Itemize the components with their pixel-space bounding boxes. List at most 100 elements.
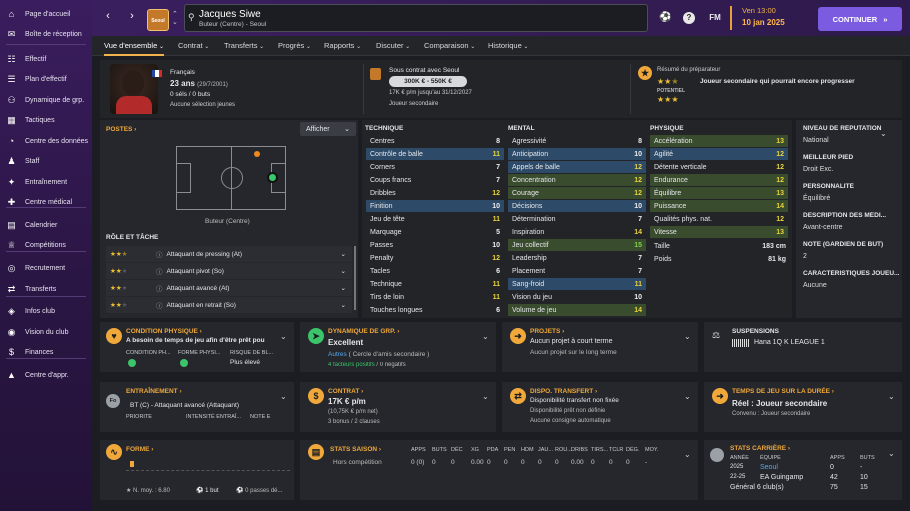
forward-arrow-icon[interactable]: › xyxy=(124,8,140,24)
chevron-down-icon[interactable]: ⌄ xyxy=(341,250,352,258)
sidebar-item-transfers[interactable]: ⇄ Transferts xyxy=(0,281,92,297)
chevron-down-icon[interactable]: ⌄ xyxy=(341,267,352,275)
info-icon[interactable]: ⓘ xyxy=(156,283,163,293)
attribute-row-technique[interactable]: Marquage 5 xyxy=(366,226,504,238)
attribute-row-mental[interactable]: Concentration 12 xyxy=(508,174,646,186)
chevron-down-icon[interactable]: ⌄ xyxy=(684,332,691,341)
attribute-row-mental[interactable]: Appels de balle 12 xyxy=(508,161,646,173)
attribute-row-mental[interactable]: Courage 12 xyxy=(508,187,646,199)
attribute-row-technique[interactable]: Tacles 6 xyxy=(366,265,504,277)
attribute-row-technique[interactable]: Coups francs 7 xyxy=(366,174,504,186)
attribute-row-mental[interactable]: Vision du jeu 10 xyxy=(508,291,646,303)
attribute-row-mental[interactable]: Jeu collectif 15 xyxy=(508,239,646,251)
season-stats-title[interactable]: STATS SAISON › xyxy=(330,446,381,453)
chevron-down-icon[interactable]: ⌄ xyxy=(341,284,352,292)
sidebar-item-tactics[interactable]: ▦ Tactiques xyxy=(0,112,92,128)
chevron-down-icon[interactable]: ⌄ xyxy=(280,392,287,401)
tab-3[interactable]: Progrès ⌄ xyxy=(278,41,311,50)
attribute-row-technique[interactable]: Finition 10 xyxy=(366,200,504,212)
sidebar-item-staff[interactable]: ♟ Staff xyxy=(0,153,92,169)
tab-1[interactable]: Contrat ⌄ xyxy=(178,41,209,50)
attribute-row-technique[interactable]: Jeu de tête 11 xyxy=(366,213,504,225)
attribute-row-technique[interactable]: Centres 8 xyxy=(366,135,504,147)
continue-button[interactable]: CONTINUER » xyxy=(818,7,902,31)
sidebar-item-club-vision[interactable]: ◉ Vision du club xyxy=(0,324,92,340)
roles-scrollbar[interactable] xyxy=(354,246,356,310)
career-team[interactable]: EA Guingamp xyxy=(760,474,803,481)
sidebar-item-dynamics[interactable]: ⚇ Dynamique de grp. xyxy=(0,92,92,108)
transfer-status-title[interactable]: DISPO. TRANSFERT › xyxy=(530,388,597,395)
attribute-row-mental[interactable]: Décisions 10 xyxy=(508,200,646,212)
form-title[interactable]: FORME › xyxy=(126,446,153,453)
attribute-row-technique[interactable]: Passes 10 xyxy=(366,239,504,251)
attribute-row-mental[interactable]: Placement 7 xyxy=(508,265,646,277)
chevron-down-icon[interactable]: ⌄ xyxy=(888,392,895,401)
attribute-row-mental[interactable]: Détermination 7 xyxy=(508,213,646,225)
role-row[interactable]: ★★★ ⓘ Attaquant en retrait (So) ⌄ xyxy=(106,297,352,313)
career-stats-title[interactable]: STATS CARRIÈRE › xyxy=(730,445,790,452)
sidebar-item-scouting[interactable]: ◎ Recrutement xyxy=(0,260,92,276)
chevron-down-icon[interactable]: ⌄ xyxy=(684,392,691,401)
player-search-box[interactable]: ⚲ Jacques Siwe Buteur (Centre) - Seoul xyxy=(184,4,648,32)
dynamics-title[interactable]: DYNAMIQUE DE GRP. › xyxy=(328,328,399,335)
tab-6[interactable]: Comparaison ⌄ xyxy=(424,41,475,50)
chevron-down-icon[interactable]: ⌄ xyxy=(482,332,489,341)
contract-card-title[interactable]: CONTRAT › xyxy=(328,388,363,395)
training-title[interactable]: ENTRAÎNEMENT › xyxy=(126,388,182,395)
attribute-row-physique[interactable]: Endurance 12 xyxy=(650,174,788,186)
tab-4[interactable]: Rapports ⌄ xyxy=(324,41,361,50)
sidebar-item-home[interactable]: ⌂ Page d'accueil xyxy=(0,6,92,22)
sidebar-item-training[interactable]: ✦ Entraînement xyxy=(0,174,92,190)
attribute-row-technique[interactable]: Penalty 12 xyxy=(366,252,504,264)
role-row[interactable]: ★★★ ⓘ Attaquant pivot (So) ⌄ xyxy=(106,263,352,279)
attribute-row-physique[interactable]: Accélération 13 xyxy=(650,135,788,147)
social-group-name[interactable]: Autres xyxy=(328,351,347,358)
sidebar-item-data-hub[interactable]: ◔ Centre des données xyxy=(0,133,92,149)
positions-title[interactable]: POSTES › xyxy=(106,126,136,133)
role-row[interactable]: ★★★ ⓘ Attaquant avancé (At) ⌄ xyxy=(106,280,352,296)
chevron-down-icon[interactable]: ⌄ xyxy=(280,332,287,341)
attribute-row-mental[interactable]: Volume de jeu 14 xyxy=(508,304,646,316)
projects-title[interactable]: PROJETS › xyxy=(530,328,564,335)
chevron-down-icon[interactable]: ⌄ xyxy=(880,129,887,138)
sidebar-item-dev-centre[interactable]: ▲ Centre d'appr. xyxy=(0,367,92,383)
condition-title[interactable]: CONDITION PHYSIQUE › xyxy=(126,328,202,335)
sidebar-item-inbox[interactable]: ✉ Boîte de réception xyxy=(0,26,92,42)
chevron-down-icon[interactable]: ⌄ xyxy=(888,449,895,458)
attribute-row-mental[interactable]: Inspiration 14 xyxy=(508,226,646,238)
tab-7[interactable]: Historique ⌄ xyxy=(488,41,528,50)
playing-time-title[interactable]: TEMPS DE JEU SUR LA DURÉE › xyxy=(732,388,834,395)
info-icon[interactable]: ⓘ xyxy=(156,249,163,259)
attribute-row-technique[interactable]: Dribbles 12 xyxy=(366,187,504,199)
chevron-down-icon[interactable]: ⌄ xyxy=(684,450,691,459)
attribute-row-mental[interactable]: Anticipation 10 xyxy=(508,148,646,160)
attribute-row-physique[interactable]: Qualités phys. nat. 12 xyxy=(650,213,788,225)
sidebar-item-squad-plan[interactable]: ☰ Plan d'effectif xyxy=(0,71,92,87)
attribute-row-technique[interactable]: Technique 11 xyxy=(366,278,504,290)
attribute-row-technique[interactable]: Corners 7 xyxy=(366,161,504,173)
back-arrow-icon[interactable]: ‹ xyxy=(100,8,116,24)
attribute-row-mental[interactable]: Sang-froid 11 xyxy=(508,278,646,290)
sidebar-item-squad[interactable]: ☷ Effectif xyxy=(0,51,92,67)
fm-menu-button[interactable]: FM xyxy=(706,12,724,24)
attribute-row-technique[interactable]: Tirs de loin 11 xyxy=(366,291,504,303)
info-icon[interactable]: ⓘ xyxy=(156,266,163,276)
chevron-down-icon[interactable]: ⌄ xyxy=(482,392,489,401)
sidebar-item-calendar[interactable]: ▤ Calendrier xyxy=(0,217,92,233)
attribute-row-mental[interactable]: Leadership 7 xyxy=(508,252,646,264)
career-team[interactable]: Seoul xyxy=(760,464,778,471)
chevron-updown-icon[interactable]: ⌃ ⌄ xyxy=(172,10,178,26)
tab-5[interactable]: Discuter ⌄ xyxy=(376,41,410,50)
info-icon[interactable]: ⓘ xyxy=(156,300,163,310)
role-row[interactable]: ★★★ ⓘ Attaquant de pressing (At) ⌄ xyxy=(106,246,352,262)
football-icon[interactable]: ⚽ xyxy=(659,12,671,24)
chevron-down-icon[interactable]: ⌄ xyxy=(341,301,352,309)
tab-2[interactable]: Transferts ⌄ xyxy=(224,41,264,50)
attribute-row-technique[interactable]: Contrôle de balle 11 xyxy=(366,148,504,160)
sidebar-item-club-info[interactable]: ◈ Infos club xyxy=(0,303,92,319)
attribute-row-technique[interactable]: Touches longues 6 xyxy=(366,304,504,316)
show-dropdown[interactable]: Afficher ⌄ xyxy=(300,122,356,136)
attribute-row-physique[interactable]: Détente verticale 12 xyxy=(650,161,788,173)
attribute-row-physique[interactable]: Vitesse 13 xyxy=(650,226,788,238)
attribute-row-mental[interactable]: Agressivité 8 xyxy=(508,135,646,147)
